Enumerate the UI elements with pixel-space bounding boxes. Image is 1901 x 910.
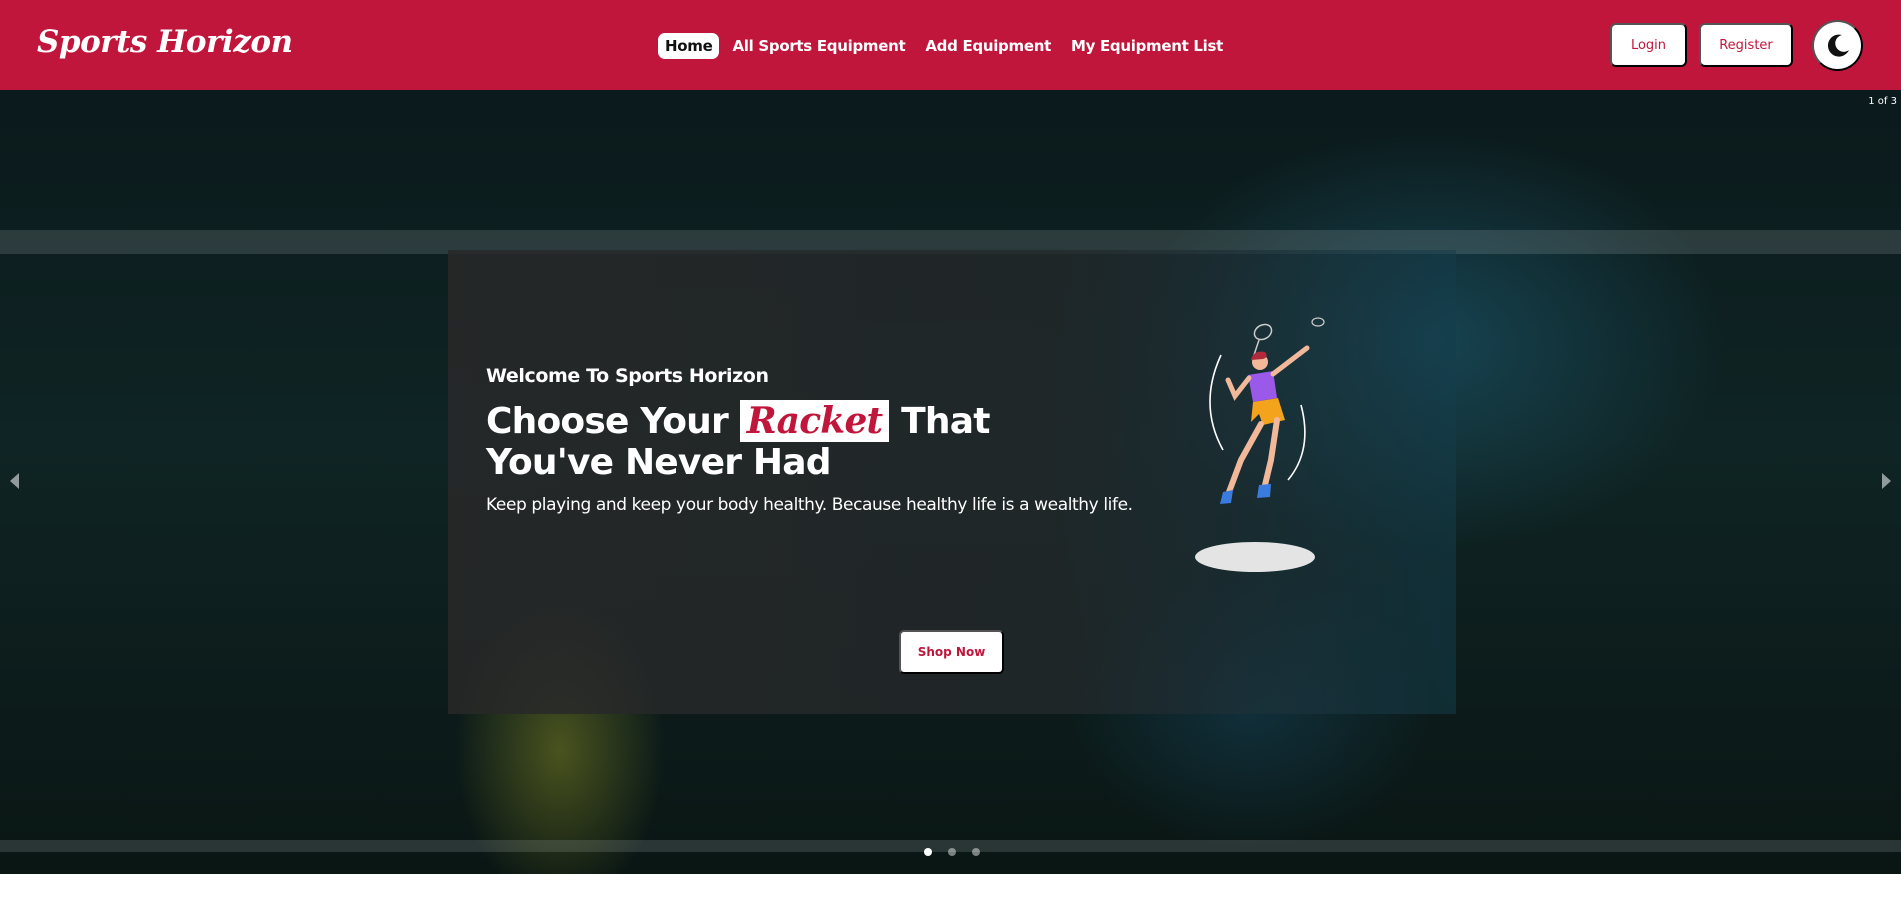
carousel-dot-1[interactable] [924, 848, 932, 856]
hero-subtitle: Keep playing and keep your body healthy.… [486, 495, 1133, 515]
slide-counter: 1 of 3 [1868, 96, 1897, 107]
nav-link-all-sports-equipment[interactable]: All Sports Equipment [725, 33, 912, 59]
carousel-dot-2[interactable] [948, 848, 956, 856]
headline-text-start: Choose Your [486, 401, 729, 442]
badminton-player-illustration [1195, 317, 1325, 572]
nav-link-add-equipment[interactable]: Add Equipment [918, 33, 1058, 59]
main-nav: Home All Sports Equipment Add Equipment … [658, 33, 1236, 59]
chevron-left-icon[interactable] [10, 473, 19, 489]
hero-carousel: 1 of 3 Welcome To Sports Horizon Choose … [0, 90, 1901, 874]
nav-link-my-equipment-list[interactable]: My Equipment List [1064, 33, 1230, 59]
headline-highlight: Racket [739, 400, 890, 442]
brand-logo[interactable]: Sports Horizon [37, 24, 293, 60]
nav-link-home[interactable]: Home [658, 33, 720, 59]
carousel-dot-3[interactable] [972, 848, 980, 856]
chevron-right-icon[interactable] [1882, 473, 1891, 489]
carousel-dots [924, 848, 996, 856]
hero-headline: Choose Your Racket That You've Never Had [486, 400, 1006, 483]
hero-card: Welcome To Sports Horizon Choose Your Ra… [448, 250, 1456, 714]
login-button[interactable]: Login [1610, 23, 1687, 67]
shop-now-button[interactable]: Shop Now [899, 630, 1004, 674]
moon-icon [1827, 34, 1849, 57]
theme-toggle-button[interactable] [1812, 20, 1863, 71]
register-button[interactable]: Register [1699, 23, 1793, 67]
navbar: Sports Horizon Home All Sports Equipment… [0, 0, 1901, 90]
hero-kicker: Welcome To Sports Horizon [486, 365, 769, 387]
